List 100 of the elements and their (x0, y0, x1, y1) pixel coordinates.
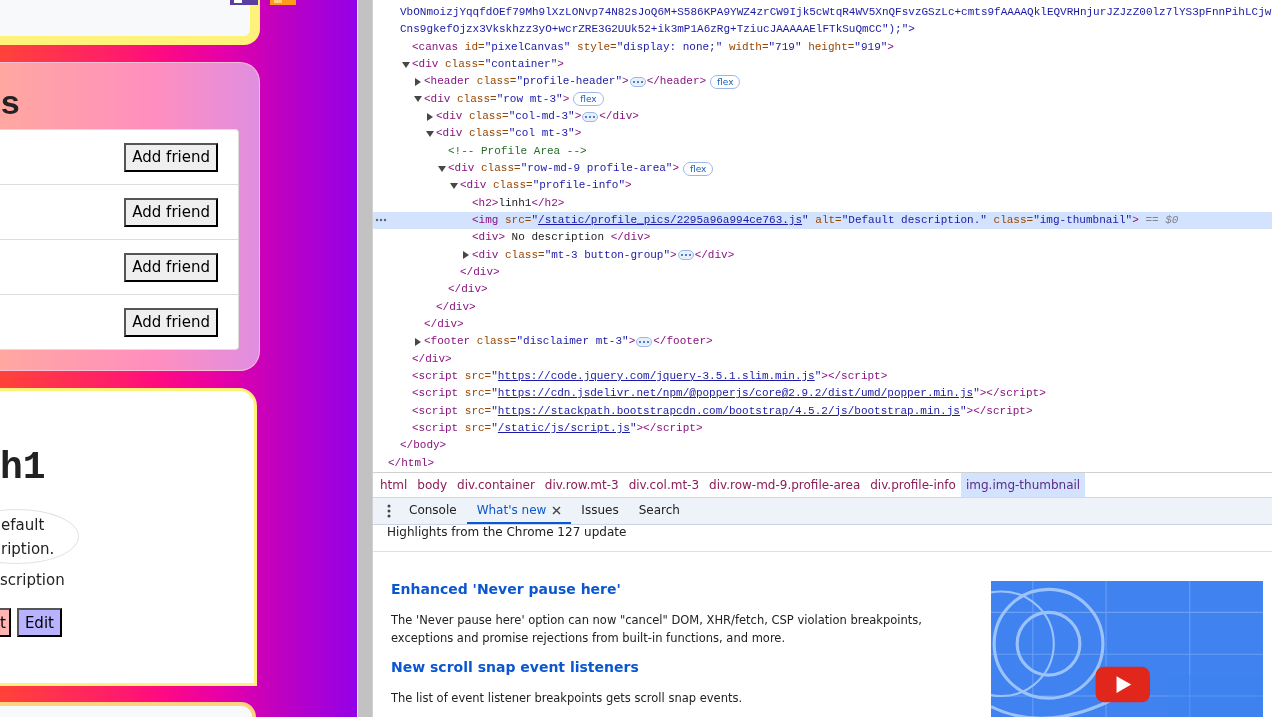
expand-arrow-icon[interactable] (426, 112, 434, 121)
tree-row[interactable]: <script src="https://code.jquery.com/jquery-3.5.1.slim.min.js"></script> (373, 367, 1272, 386)
code-text: <header class="profile-header"> (424, 74, 629, 90)
breadcrumb-item[interactable]: div.container (452, 473, 540, 497)
code-text: <div class="row mt-3"> (424, 91, 570, 107)
code-text: "></script> (814, 368, 888, 384)
code-text: <div class="row-md-9 profile-area"> (448, 160, 680, 176)
code-text: <div class="col-md-3"> (436, 108, 582, 124)
scrollbar[interactable] (357, 0, 372, 717)
drawer-tab[interactable]: Issues (571, 498, 629, 524)
code-text: <script src=" (412, 420, 498, 436)
code-text: </div> (599, 108, 639, 124)
subtitle: Highlights from the Chrome 127 update (373, 525, 1272, 552)
code-text: <div> No description </div> (472, 230, 651, 246)
add-friend-button[interactable]: Add friend (124, 142, 218, 172)
profile-button[interactable]: Edit (16, 608, 62, 637)
expand-arrow-icon[interactable] (414, 77, 422, 86)
code-link[interactable]: https://stackpath.bootstrapcdn.com/bootstrap/4.5.2/js/bootstrap.min.js (497, 402, 960, 420)
code-text: <script src=" (412, 403, 498, 419)
breadcrumb-item[interactable]: body (412, 473, 453, 497)
profile-name: h1 (0, 447, 47, 489)
add-friend-button[interactable]: Add friend (124, 252, 218, 282)
code-text: <!-- Profile Area --> (448, 143, 587, 159)
ellipsis-button[interactable] (582, 111, 599, 122)
code-text: <div class="col mt-3"> (436, 126, 582, 142)
code-text: </div> (694, 247, 735, 263)
code-line: VbONmoizjYqqfdOEf79Mh9lXzLONvp74N82sJoQ6M+S586KPA9YWZ4zrCW9Ijk5cWtqR4WV5XnQFsvzGSzLc+cmts9fAAAAQklEQVRHnjurJZJzZ00lz7lYS3pFnnPihLCjw (400, 5, 1272, 20)
expand-arrow-icon[interactable] (414, 337, 422, 346)
close-icon[interactable] (552, 505, 562, 515)
code-line: Cns9gkefOjzx3Vkskhzz3yO+wcrZRE3G2UUk52+ik3mP1A6zRg+TziucJAAAAAElFTkSuQmCC");"> (400, 22, 915, 38)
code-text: </div> (412, 351, 452, 367)
drawer-tab[interactable]: Search (628, 498, 690, 524)
tree-row[interactable]: <div> No description </div> (373, 229, 1272, 247)
code-text: </div> (436, 299, 476, 315)
tree-row[interactable]: <h2>linh1</h2> (373, 194, 1272, 212)
section-heading: s (0, 85, 22, 126)
expand-arrow-icon[interactable] (426, 129, 434, 138)
tree-row[interactable]: <div class="mt-3 button-group"> </div> (373, 246, 1272, 264)
code-link[interactable]: /static/js/script.js (497, 419, 630, 438)
code-text: </div> (460, 264, 500, 280)
tree-row[interactable]: <canvas id="pixelCanvas" style="display: none;" width="719" height="919"> (373, 38, 1272, 56)
tree-row[interactable]: <div class="col mt-3"> (373, 125, 1272, 143)
tree-row[interactable]: <script src="/static/js/script.js"></script> (373, 419, 1272, 438)
code-text: <script src=" (412, 368, 498, 384)
code-text: <img src=" (472, 212, 539, 228)
expand-arrow-icon[interactable] (438, 164, 446, 173)
tree-row[interactable]: <div class="row-md-9 profile-area"> flex (373, 159, 1272, 178)
code-text: "></script> (959, 403, 1033, 419)
pixel-art-icon (230, 0, 258, 5)
code-text: </footer> (653, 334, 713, 350)
code-text: <canvas id="pixelCanvas" style="display: none;" width="719" height="919"> (412, 39, 894, 55)
code-link[interactable]: https://cdn.jsdelivr.net/npm/@popperjs/core@2.9.2/dist/umd/popper.min.js (497, 385, 974, 403)
more-icon[interactable] (375, 217, 387, 222)
article-title[interactable]: New scroll snap event listeners (391, 659, 951, 675)
code-link[interactable]: /static/profile_pics/2295a96a994ce763.js (538, 211, 803, 230)
code-text: </header> (646, 74, 707, 90)
tree-row[interactable]: <div class="row mt-3"> flex (373, 90, 1272, 108)
breadcrumb-item[interactable]: html (375, 473, 413, 497)
tree-row[interactable]: <script src="https://stackpath.bootstrapcdn.com/bootstrap/4.5.2/js/bootstrap.min.js"></script> (373, 402, 1272, 420)
expand-arrow-icon[interactable] (462, 251, 470, 260)
tree-row[interactable]: <header class="profile-header"> </header> flex (373, 73, 1272, 91)
code-text: <h2>linh1</h2> (472, 195, 565, 211)
profile-description: scription (0, 570, 66, 591)
drawer-tab[interactable]: What's new (466, 498, 572, 524)
tree-row[interactable]: <div class="profile-info"> (373, 177, 1272, 195)
add-friend-button[interactable]: Add friend (124, 197, 218, 227)
tree-row[interactable]: <footer class="disclaimer mt-3"> </footer> (373, 333, 1272, 351)
drawer-tab[interactable]: Console (399, 498, 467, 524)
tree-row[interactable]: <!-- Profile Area --> (373, 142, 1272, 160)
ellipsis-button[interactable] (677, 250, 694, 261)
breadcrumb-item[interactable]: div.row-md-9.profile-area (704, 473, 866, 497)
code-text: </div> (424, 316, 464, 332)
expand-arrow-icon[interactable] (402, 60, 410, 69)
breadcrumb-item[interactable]: div.col.mt-3 (623, 473, 705, 497)
tree-row[interactable]: <div class="container"> (373, 56, 1272, 74)
tree-row[interactable]: <div class="col-md-3"> </div> (373, 107, 1272, 126)
ellipsis-button[interactable] (636, 336, 653, 347)
breadcrumb-item[interactable]: div.profile-info (865, 473, 961, 497)
article-text: The 'Never pause here' option can now "cancel" DOM, XHR/fetch, CSP violation breakpoints, exceptions and promise rejections from built-in functions, and more. (391, 612, 923, 647)
expand-arrow-icon[interactable] (450, 181, 458, 190)
pixel-art-icon (270, 0, 296, 5)
add-friend-button[interactable]: Add friend (124, 307, 218, 337)
code-link[interactable]: https://code.jquery.com/jquery-3.5.1.slim.min.js (497, 367, 815, 386)
code-text: "></script> (629, 420, 703, 436)
code-text: <script src=" (412, 386, 498, 402)
menu-icon[interactable] (387, 504, 391, 518)
profile-button[interactable]: t (0, 608, 11, 637)
ellipsis-button[interactable] (629, 76, 646, 87)
code-text: </html> (388, 455, 435, 471)
code-text: "></script> (973, 386, 1046, 402)
code-text: <div class="container"> (412, 57, 564, 72)
tree-row[interactable]: <script src="https://cdn.jsdelivr.net/npm/@popperjs/core@2.9.2/dist/umd/popper.min.js"></script> (373, 385, 1272, 403)
code-text: " alt="Default description." class="img-thumbnail"> == $0 (802, 212, 1179, 228)
tree-row[interactable]: <img src="/static/profile_pics/2295a96a994ce763.js" alt="Default description." class="img-thumbnail"> == $0 (373, 211, 1272, 230)
article-title[interactable]: Enhanced 'Never pause here' (391, 581, 951, 597)
expand-arrow-icon[interactable] (414, 95, 422, 104)
code-text: <div class="mt-3 button-group"> (472, 247, 677, 263)
breadcrumb-item[interactable]: img.img-thumbnail (960, 473, 1086, 497)
article-text: The list of event listener breakpoints gets scroll snap events. (391, 690, 744, 707)
breadcrumb-item[interactable]: div.row.mt-3 (539, 473, 624, 497)
